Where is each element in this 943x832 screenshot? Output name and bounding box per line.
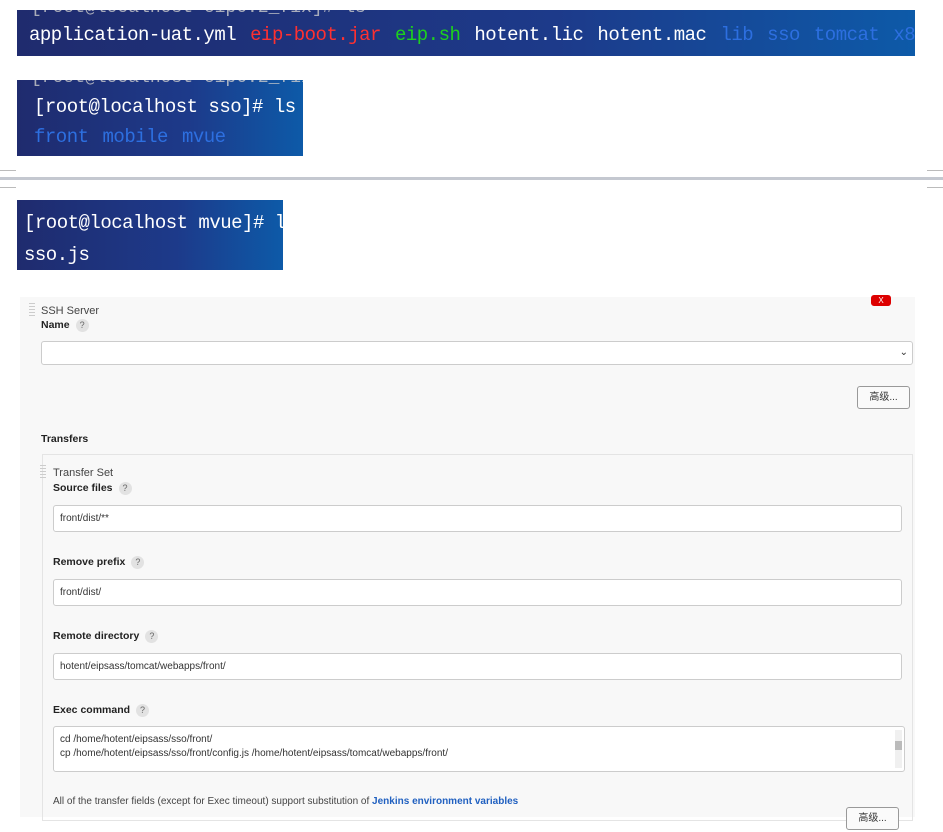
terminal-file: eip.sh	[394, 24, 461, 46]
drag-handle[interactable]	[29, 303, 35, 317]
terminal-file-list: application-uat.yml eip-boot.jar eip.sh hot…	[29, 24, 915, 46]
jenkins-ssh-server-panel: SSH Server X Name? ⌄ 高级... Transfers Tra…	[20, 295, 915, 830]
jenkins-env-vars-link[interactable]: Jenkins environment variables	[372, 796, 518, 807]
terminal-file: sso	[767, 24, 800, 46]
remote-directory-label: Remote directory?	[53, 630, 159, 643]
help-icon[interactable]: ?	[75, 319, 89, 332]
terminal-screenshot-1: [root@localhost eip6.2_fix]# ls applicat…	[17, 10, 915, 56]
name-select[interactable]: ⌄	[41, 341, 913, 365]
exec-line: cp /home/hotent/eipsass/sso/front/config…	[60, 748, 448, 759]
terminal-file: mobile	[102, 126, 169, 148]
transfer-set-box: Transfer Set Source files? front/dist/**…	[40, 454, 913, 830]
exec-line: cd /home/hotent/eipsass/sso/front/	[60, 734, 213, 745]
page-break-marker-right	[927, 170, 943, 188]
name-label: Name?	[41, 319, 89, 332]
section-title: SSH Server	[41, 305, 100, 317]
page-divider	[0, 177, 943, 180]
substitution-note: All of the transfer fields (except for E…	[53, 796, 519, 807]
terminal-file: application-uat.yml	[29, 24, 237, 46]
source-files-input[interactable]: front/dist/**	[53, 505, 902, 532]
source-files-label: Source files?	[53, 482, 132, 495]
delete-button[interactable]: X	[871, 295, 891, 306]
terminal-file: lib	[720, 24, 754, 46]
exec-command-label: Exec command?	[53, 704, 150, 717]
terminal-file: sso.js	[24, 244, 90, 266]
terminal-file: front	[34, 126, 89, 148]
terminal-screenshot-3: [root@localhost mvue]# ls sso.js	[17, 200, 283, 270]
terminal-file-list: front mobile mvue	[34, 126, 240, 148]
advanced-button[interactable]: 高级...	[857, 386, 910, 409]
terminal-file: hotent.mac	[597, 24, 707, 46]
terminal-prompt-cut: [root@localhost eip6.2_fix]#	[31, 80, 303, 88]
transfers-label: Transfers	[41, 433, 89, 445]
terminal-screenshot-2: [root@localhost eip6.2_fix]# [root@local…	[17, 80, 303, 156]
terminal-file: mvue	[181, 126, 226, 148]
remove-prefix-label: Remove prefix?	[53, 556, 145, 569]
terminal-file: eip-boot.jar	[250, 24, 381, 46]
terminal-file: tomcat	[813, 24, 880, 46]
terminal-file: x8dm	[893, 24, 915, 46]
chevron-down-icon: ⌄	[899, 347, 908, 358]
help-icon[interactable]: ?	[118, 482, 132, 495]
terminal-prompt: [root@localhost mvue]# ls	[24, 212, 283, 234]
terminal-prompt: [root@localhost sso]# ls	[34, 96, 296, 118]
drag-handle[interactable]	[40, 465, 46, 479]
help-icon[interactable]: ?	[145, 630, 159, 643]
exec-command-textarea[interactable]: cd /home/hotent/eipsass/sso/front/ cp /h…	[53, 726, 905, 772]
remove-prefix-input[interactable]: front/dist/	[53, 579, 902, 606]
textarea-scrollbar[interactable]	[895, 730, 902, 768]
advanced-button-2[interactable]: 高级...	[846, 807, 899, 830]
remote-directory-input[interactable]: hotent/eipsass/tomcat/webapps/front/	[53, 653, 902, 680]
help-icon[interactable]: ?	[136, 704, 150, 717]
terminal-prompt-cut: [root@localhost eip6.2_fix]# ls	[31, 10, 366, 18]
help-icon[interactable]: ?	[131, 556, 145, 569]
terminal-file: hotent.lic	[474, 24, 584, 46]
transfer-set-title: Transfer Set	[53, 467, 114, 479]
